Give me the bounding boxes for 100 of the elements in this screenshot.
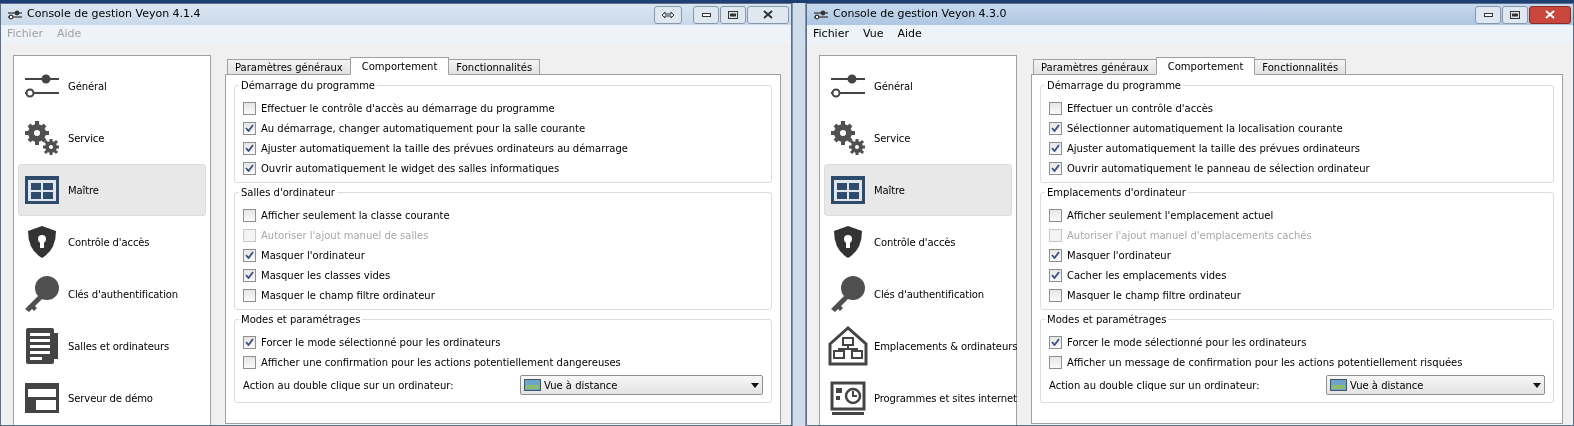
checkbox[interactable] bbox=[243, 335, 256, 349]
checkbox[interactable] bbox=[243, 121, 256, 135]
house-network-icon bbox=[828, 326, 868, 366]
checkbox-label: Afficher une confirmation pour les actions potentiellement dangereuses bbox=[261, 355, 621, 370]
sidebar-item[interactable]: Contrôle d'accès bbox=[18, 216, 206, 268]
checkbox[interactable] bbox=[243, 101, 256, 115]
screen-icon bbox=[1330, 379, 1347, 391]
checkbox-label: Autoriser l'ajout manuel de salles bbox=[261, 228, 429, 243]
checkbox[interactable] bbox=[1049, 141, 1062, 155]
sidebar-item[interactable]: Général bbox=[18, 60, 206, 112]
check-icon bbox=[1051, 164, 1060, 172]
tab[interactable]: Fonctionnalités bbox=[1254, 59, 1347, 75]
action-dropdown[interactable]: Vue à distance bbox=[520, 375, 763, 395]
checkbox[interactable] bbox=[243, 141, 256, 155]
checkbox[interactable] bbox=[243, 355, 256, 369]
checkbox[interactable] bbox=[1049, 208, 1062, 222]
checkbox-label: Masquer l'ordinateur bbox=[1067, 248, 1171, 263]
grid-icon bbox=[830, 175, 866, 205]
sidebar-label: Général bbox=[874, 79, 914, 94]
swap-button[interactable] bbox=[654, 5, 682, 24]
checkbox-label: Masquer le champ filtre ordinateur bbox=[261, 288, 435, 303]
sidebar-label: Emplacements & ordinateurs bbox=[874, 339, 1019, 354]
checkbox[interactable] bbox=[1049, 121, 1062, 135]
sidebar-label: Contrôle d'accès bbox=[68, 235, 151, 250]
check-icon bbox=[245, 338, 254, 346]
checkbox[interactable] bbox=[1049, 355, 1062, 369]
sidebar-item[interactable]: Clés d'authentification bbox=[824, 268, 1012, 320]
grid-icon bbox=[24, 175, 60, 205]
checkbox-label: Ouvrir automatiquement le widget des salles informatiques bbox=[261, 161, 560, 176]
sidebar-label: Maître bbox=[68, 183, 100, 198]
menu-item[interactable]: Fichier bbox=[813, 25, 849, 43]
checkbox-label: Masquer les classes vides bbox=[261, 268, 391, 283]
sidebar-item[interactable]: Maître bbox=[18, 164, 206, 216]
checkbox[interactable] bbox=[1049, 268, 1062, 282]
menu-item[interactable]: Aide bbox=[897, 25, 922, 43]
dropdown-arrow-icon bbox=[751, 382, 759, 388]
checkbox[interactable] bbox=[243, 268, 256, 282]
checkbox[interactable] bbox=[1049, 288, 1062, 302]
sidebar-label: Service bbox=[68, 131, 106, 146]
tab[interactable]: Paramètres généraux bbox=[227, 59, 351, 75]
window-title: Console de gestion Veyon 4.3.0 bbox=[833, 6, 1007, 23]
checkbox-label: Ajuster automatiquement la taille des prévues ordinateurs bbox=[1067, 141, 1361, 156]
gears-icon bbox=[830, 120, 866, 156]
sidebar-item[interactable]: Maître bbox=[824, 164, 1012, 216]
window-icon bbox=[24, 382, 60, 414]
action-label: Action au double clique sur un ordinateur: bbox=[1049, 378, 1261, 393]
dropdown-arrow-icon bbox=[1533, 382, 1541, 388]
sidebar-item[interactable]: Serveur de démo bbox=[18, 372, 206, 424]
shield-lock-icon bbox=[27, 225, 57, 259]
sidebar-item[interactable]: Général bbox=[824, 60, 1012, 112]
checkbox[interactable] bbox=[243, 161, 256, 175]
maximize-button[interactable] bbox=[1502, 5, 1528, 24]
sidebar-item[interactable]: Clés d'authentification bbox=[18, 268, 206, 320]
checkbox[interactable] bbox=[1049, 161, 1062, 175]
checkbox-label: Ajuster automatiquement la taille des prévues ordinateurs au démarrage bbox=[261, 141, 628, 156]
check-icon bbox=[1051, 124, 1060, 132]
tab[interactable]: Comportement bbox=[1155, 57, 1256, 75]
minimize-button[interactable] bbox=[1475, 5, 1501, 24]
checkbox[interactable] bbox=[1049, 335, 1062, 349]
action-dropdown[interactable]: Vue à distance bbox=[1326, 375, 1545, 395]
checkbox-label: Au démarrage, changer automatiquement pour la salle courante bbox=[261, 121, 586, 136]
check-icon bbox=[245, 164, 254, 172]
sidebar-label: Maître bbox=[874, 183, 906, 198]
sidebar-item[interactable]: Salles et ordinateurs bbox=[18, 320, 206, 372]
action-label: Action au double clique sur un ordinateur: bbox=[243, 378, 455, 393]
checkbox-label: Afficher seulement la classe courante bbox=[261, 208, 450, 223]
close-button[interactable] bbox=[1529, 5, 1571, 24]
document-list-icon bbox=[24, 327, 60, 365]
sidebar-label: Service bbox=[874, 131, 912, 146]
swap-arrows-icon bbox=[661, 10, 675, 19]
maximize-icon bbox=[728, 10, 738, 19]
checkbox-label: Afficher seulement l'emplacement actuel bbox=[1067, 208, 1274, 223]
sidebar-item[interactable]: Service bbox=[824, 112, 1012, 164]
check-icon bbox=[245, 144, 254, 152]
maximize-icon bbox=[1510, 10, 1520, 19]
sidebar-label: Clés d'authentification bbox=[874, 287, 986, 302]
checkbox-label: Ouvrir automatiquement le panneau de sélection ordinateur bbox=[1067, 161, 1370, 176]
sidebar-item[interactable]: Service bbox=[18, 112, 206, 164]
sidebar-label: Serveur de démo bbox=[68, 391, 154, 406]
checkbox[interactable] bbox=[243, 288, 256, 302]
checkbox[interactable] bbox=[1049, 101, 1062, 115]
sidebar-item[interactable]: Contrôle d'accès bbox=[824, 216, 1012, 268]
checkbox[interactable] bbox=[243, 248, 256, 262]
tab[interactable]: Comportement bbox=[349, 57, 450, 75]
close-button[interactable] bbox=[747, 5, 789, 24]
group-title: Modes et paramétrages bbox=[239, 313, 363, 326]
sidebar-label: Général bbox=[68, 79, 108, 94]
minimize-icon bbox=[1483, 12, 1493, 17]
tab[interactable]: Fonctionnalités bbox=[448, 59, 541, 75]
tab[interactable]: Paramètres généraux bbox=[1033, 59, 1157, 75]
sidebar-label: Salles et ordinateurs bbox=[68, 339, 171, 354]
checkbox[interactable] bbox=[1049, 248, 1062, 262]
checkbox[interactable] bbox=[243, 208, 256, 222]
maximize-button[interactable] bbox=[720, 5, 746, 24]
sidebar-label: Programmes et sites internet bbox=[874, 391, 1018, 406]
checkbox-label: Afficher un message de confirmation pour les actions potentiellement risquées bbox=[1067, 355, 1463, 370]
menu-item[interactable]: Vue bbox=[862, 25, 884, 43]
checkbox-label: Forcer le mode sélectionné pour les ordinateurs bbox=[1067, 335, 1307, 350]
minimize-button[interactable] bbox=[693, 5, 719, 24]
check-icon bbox=[1051, 271, 1060, 279]
